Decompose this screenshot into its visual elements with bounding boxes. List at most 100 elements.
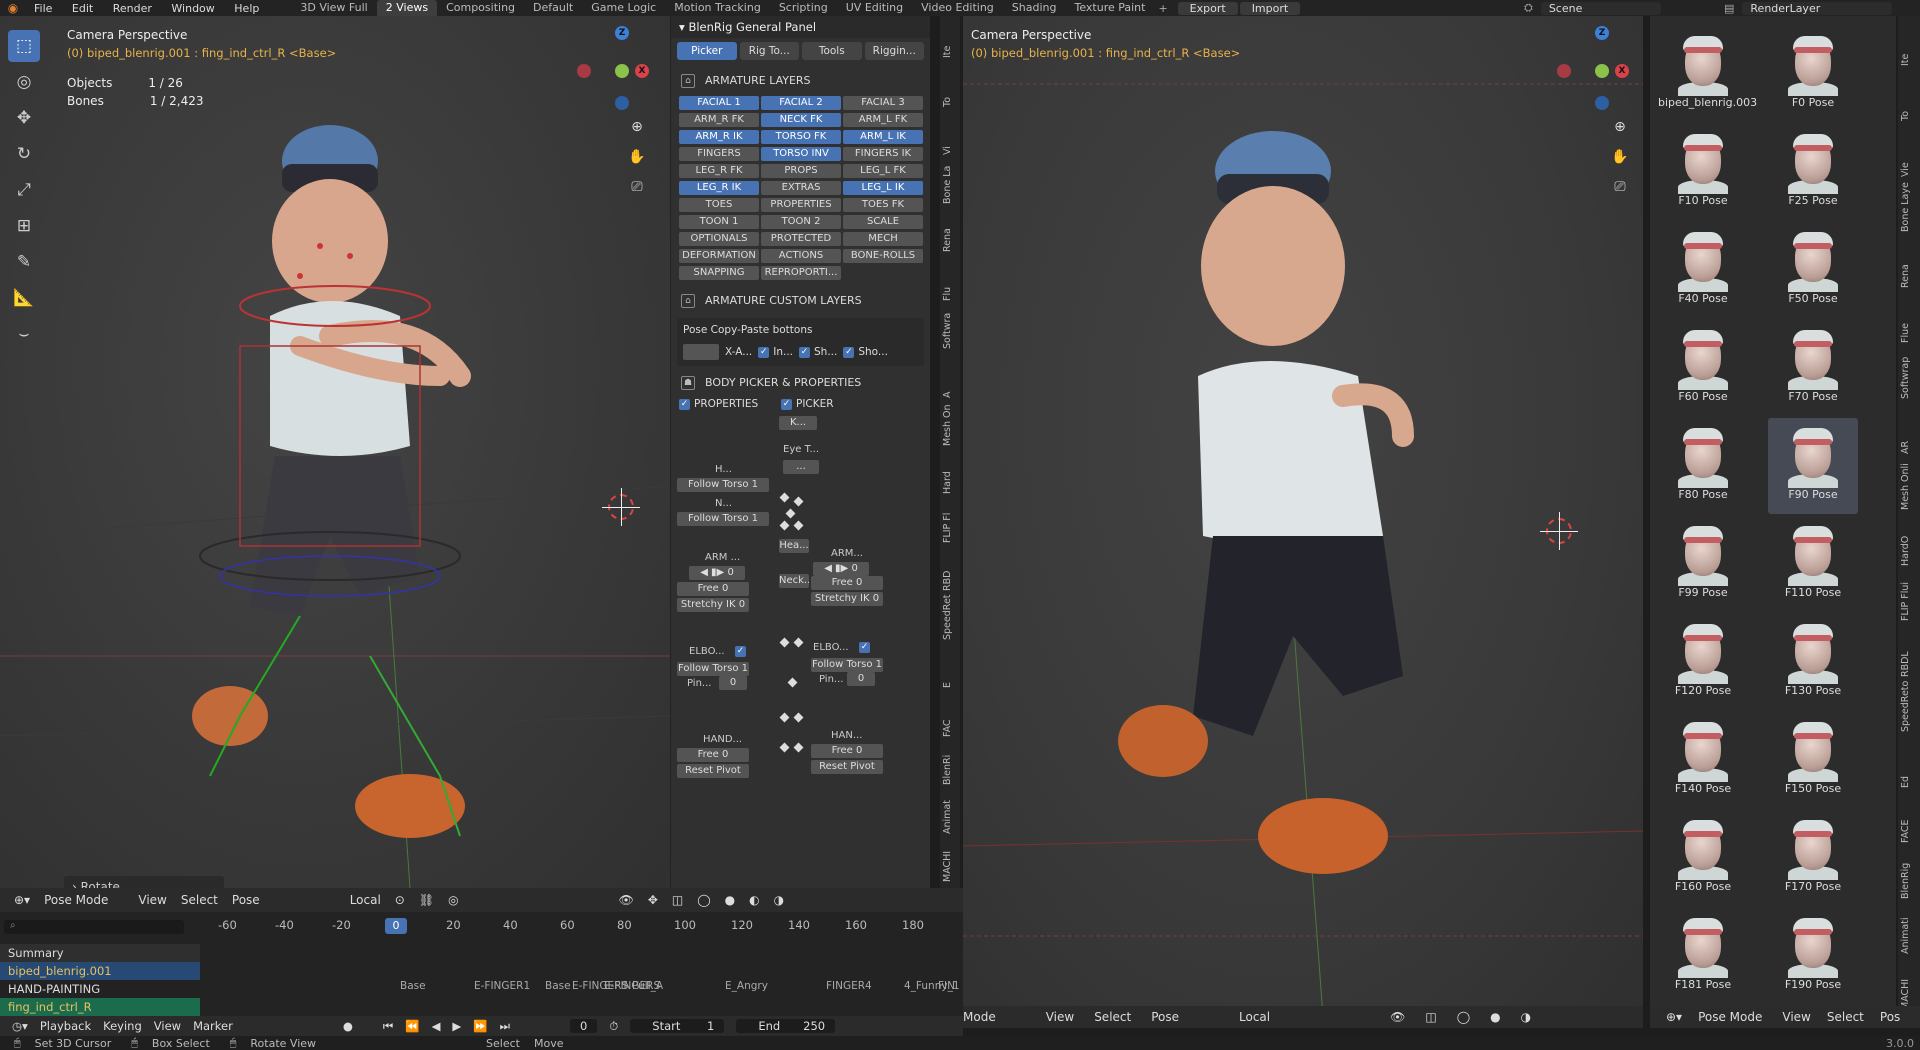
gizmo-neg-z-icon[interactable] bbox=[1595, 96, 1609, 110]
menu-file[interactable]: File bbox=[34, 2, 52, 15]
sidebar-tab[interactable]: Ed bbox=[1900, 776, 1911, 788]
sidebar-tab[interactable]: Ite bbox=[942, 46, 953, 58]
hand-l-free[interactable]: Free 0 bbox=[811, 744, 883, 758]
sidebar-tab[interactable]: Mesh Onli bbox=[1900, 463, 1911, 510]
picker-bone[interactable] bbox=[785, 508, 796, 519]
layer-toggle[interactable]: LEG_R FK bbox=[679, 164, 759, 178]
render-layer-field[interactable]: RenderLayer bbox=[1742, 1, 1893, 15]
layer-toggle[interactable]: TOES FK bbox=[843, 198, 923, 212]
sidebar-tab[interactable]: FACE bbox=[1900, 820, 1911, 844]
sidebar-tab[interactable]: BlenRig bbox=[1900, 863, 1911, 899]
picker-bone[interactable] bbox=[793, 520, 804, 531]
menu-select[interactable]: Select bbox=[181, 893, 218, 907]
workspace-tab[interactable]: 2 Views bbox=[376, 0, 438, 16]
sidebar-tab[interactable]: BlenRi bbox=[942, 755, 953, 785]
navigation-gizmo[interactable]: Z X bbox=[575, 26, 655, 110]
pin-l-field[interactable]: 0 bbox=[847, 672, 875, 686]
menu-view[interactable]: View bbox=[1782, 1010, 1810, 1024]
menu-select[interactable]: Select bbox=[1094, 1010, 1131, 1024]
workspace-tab[interactable]: Compositing bbox=[437, 0, 524, 16]
zoom-icon[interactable]: ⊕ bbox=[1609, 116, 1631, 138]
sidebar-tab[interactable]: FLIP Fl bbox=[942, 512, 953, 542]
sidebar-tab[interactable]: FAC bbox=[942, 719, 953, 737]
layer-toggle[interactable]: LEG_L FK bbox=[843, 164, 923, 178]
marker[interactable]: E-FINGER1 bbox=[474, 980, 530, 992]
neck-bone-button[interactable]: Neck... bbox=[779, 574, 809, 588]
current-frame-indicator[interactable]: 0 bbox=[385, 918, 407, 934]
proportional-icon[interactable]: ◎ bbox=[448, 893, 458, 907]
channel-object[interactable]: biped_blenrig.001 bbox=[0, 962, 200, 980]
pose-asset[interactable]: F80 Pose bbox=[1658, 418, 1748, 514]
end-field[interactable]: End 250 bbox=[736, 1019, 836, 1033]
follow-torso-neck[interactable]: Follow Torso 1 bbox=[677, 512, 769, 526]
head-bone-button[interactable]: Hea... bbox=[779, 539, 809, 553]
picker-bone[interactable] bbox=[779, 492, 790, 503]
workspace-tab[interactable]: Motion Tracking bbox=[665, 0, 770, 16]
xray-icon[interactable]: ◫ bbox=[1425, 1010, 1436, 1024]
sidebar-tab[interactable]: To bbox=[942, 97, 953, 107]
menu-help[interactable]: Help bbox=[234, 2, 259, 15]
start-field[interactable]: Start 1 bbox=[630, 1019, 725, 1033]
pose-asset[interactable]: F50 Pose bbox=[1768, 222, 1858, 318]
pan-hand-icon[interactable]: ✋ bbox=[1609, 146, 1631, 168]
channel-bone[interactable]: fing_ind_ctrl_R bbox=[0, 998, 200, 1016]
panel-tab[interactable]: Rig To... bbox=[739, 42, 799, 60]
workspace-tab[interactable]: Default bbox=[524, 0, 582, 16]
layer-toggle[interactable]: FINGERS bbox=[679, 147, 759, 161]
gizmo-toggle-icon[interactable]: ✥ bbox=[648, 893, 658, 907]
blender-logo-icon[interactable]: ◉ bbox=[0, 1, 26, 15]
elbow-r-follow-torso[interactable]: Follow Torso 1 bbox=[677, 662, 749, 676]
layer-toggle[interactable]: TOES bbox=[679, 198, 759, 212]
sidebar-tab[interactable]: MACHI bbox=[942, 851, 953, 882]
orientation-dropdown[interactable]: Local bbox=[1239, 1010, 1270, 1024]
gizmo-y-icon[interactable] bbox=[615, 64, 629, 78]
picker-bone[interactable] bbox=[793, 742, 804, 753]
character-rig[interactable] bbox=[0, 16, 670, 888]
gizmo-z-icon[interactable]: Z bbox=[1595, 26, 1609, 40]
menu-pose[interactable]: Pos bbox=[1880, 1010, 1900, 1024]
sidebar-tab[interactable]: FLIP Flui bbox=[1900, 582, 1911, 621]
zoom-icon[interactable]: ⊕ bbox=[626, 116, 648, 138]
gizmo-x-icon[interactable]: X bbox=[1615, 64, 1629, 78]
follow-torso-head[interactable]: Follow Torso 1 bbox=[677, 478, 769, 492]
sidebar-tab[interactable]: HardO bbox=[1900, 535, 1911, 565]
sidebar-tab[interactable]: Hard bbox=[942, 472, 953, 495]
sidebar-tab[interactable]: A bbox=[942, 391, 953, 398]
pose-asset[interactable]: F10 Pose bbox=[1658, 124, 1748, 220]
xa-option[interactable]: X-A... bbox=[725, 346, 752, 358]
layer-toggle[interactable]: MECH bbox=[843, 232, 923, 246]
menu-select[interactable]: Select bbox=[1827, 1010, 1864, 1024]
jump-start-icon[interactable]: ⏮ bbox=[383, 1019, 393, 1034]
last-operator-panel[interactable]: › Rotate bbox=[64, 876, 224, 888]
sidebar-tab[interactable]: RBDL bbox=[1900, 651, 1911, 677]
navigation-gizmo[interactable]: Z X bbox=[1555, 26, 1635, 110]
picker-bone[interactable] bbox=[779, 742, 790, 753]
layer-toggle[interactable]: TORSO FK bbox=[761, 130, 841, 144]
viewport-left[interactable]: Camera Perspective (0) biped_blenrig.001… bbox=[0, 16, 670, 888]
record-icon[interactable]: ● bbox=[343, 1019, 353, 1033]
layer-toggle[interactable]: NECK FK bbox=[761, 113, 841, 127]
sidebar-tab[interactable]: Bone La bbox=[942, 165, 953, 203]
k-button[interactable]: K... bbox=[779, 416, 817, 430]
layer-toggle[interactable]: BONE-ROLLS bbox=[843, 249, 923, 263]
sidebar-tab[interactable]: SpeedReto bbox=[1900, 681, 1911, 732]
layer-toggle[interactable]: ACTIONS bbox=[761, 249, 841, 263]
channel-summary[interactable]: Summary bbox=[0, 944, 200, 962]
gizmo-z-icon[interactable]: Z bbox=[615, 26, 629, 40]
menu-pose[interactable]: Pose bbox=[1151, 1010, 1179, 1024]
menu-render[interactable]: Render bbox=[113, 2, 152, 15]
menu-window[interactable]: Window bbox=[171, 2, 214, 15]
cursor-icon[interactable]: ◎ bbox=[8, 66, 40, 98]
picker-bone[interactable] bbox=[779, 712, 790, 723]
hand-r-free[interactable]: Free 0 bbox=[677, 748, 749, 762]
marker[interactable]: FINGER4 bbox=[826, 980, 872, 992]
layer-toggle[interactable]: REPROPORTI... bbox=[761, 266, 841, 280]
layer-toggle[interactable]: SCALE bbox=[843, 215, 923, 229]
elbow-r-checkbox[interactable]: ✓ bbox=[735, 646, 750, 657]
pose-asset[interactable]: F60 Pose bbox=[1658, 320, 1748, 416]
workspace-tab[interactable]: UV Editing bbox=[837, 0, 912, 16]
arm-l-stretchy[interactable]: Stretchy IK 0 bbox=[811, 592, 883, 606]
layer-toggle[interactable]: SNAPPING bbox=[679, 266, 759, 280]
jump-end-icon[interactable]: ⏭ bbox=[500, 1019, 510, 1034]
snap-icon[interactable]: ⛓ bbox=[419, 893, 434, 907]
